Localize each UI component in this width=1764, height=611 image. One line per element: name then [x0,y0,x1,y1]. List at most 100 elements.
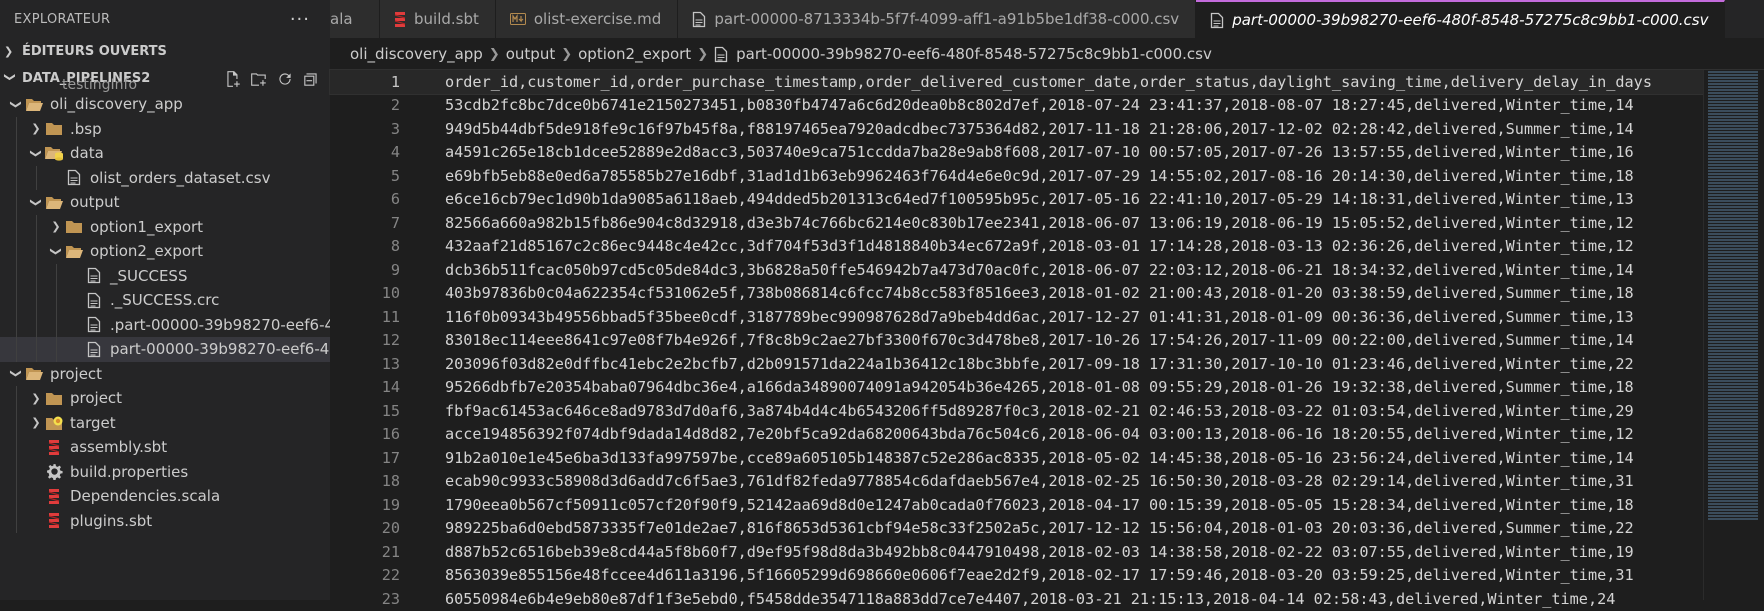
minimap-line [1708,122,1758,124]
folder-icon [64,218,84,236]
code-line[interactable]: 12 83018ec114eee8641c97e08f7b4e926f,7f8c8… [330,329,1764,353]
code-line[interactable]: 20 989225ba6d0ebd5873335f7e01de2ae7,816f8… [330,517,1764,541]
code-line[interactable]: 19 1790eea0b567cf50911c057cf20f90f9,52142… [330,493,1764,517]
minimap-line [1708,104,1758,106]
line-number: 1 [390,72,400,91]
indent-guide [36,288,37,313]
minimap-line [1708,179,1758,181]
indent-guide [16,190,17,215]
line-text: 989225ba6d0ebd5873335f7e01de2ae7,816f865… [445,519,1634,538]
tree-item[interactable]: ❯ output [0,190,330,215]
breadcrumb-item[interactable]: part-00000-39b98270-eef6-480f-8548-57275… [736,45,1212,63]
tree-item[interactable]: ._SUCCESS.crc [0,288,330,313]
breadcrumb-item[interactable]: option2_export [578,45,691,63]
minimap-line [1708,74,1758,76]
tree-row-partial[interactable]: testingInfo [0,78,330,92]
line-number: 16 [381,425,400,444]
minimap-line [1708,275,1758,277]
minimap-line [1708,425,1758,427]
code-line[interactable]: 9 dcb36b511fcac050b97cd5c05de84dc3,3b6828… [330,258,1764,282]
editor-tab[interactable]: part-00000-8713334b-5f7f-4099-aff1-a91b5… [678,0,1197,38]
code-line[interactable]: 7 82566a660a982b15fb86e904c8d32918,d3e3b7… [330,211,1764,235]
tree-item[interactable]: ❯ option2_export [0,239,330,264]
minimap-line [1708,314,1758,316]
breadcrumb-item[interactable]: output [506,45,555,63]
indent-guide [36,214,37,239]
tree-item[interactable]: olist_orders_dataset.csv [0,165,330,190]
line-number: 23 [381,589,400,608]
indent-guide [56,337,57,362]
code-line[interactable]: 13 203096f03d82e0dffbc41ebc2e2bcfb7,d2b09… [330,352,1764,376]
editor-tab[interactable]: build.sbt [380,0,496,38]
code-line[interactable]: 22 8563039e855156e48fccee4d611a3196,5f166… [330,564,1764,588]
tree-item[interactable]: ❯ .bsp [0,116,330,141]
tree-item[interactable]: .part-00000-39b98270-eef6-48... [0,312,330,337]
minimap-line [1708,323,1758,325]
explorer-header: EXPLORATEUR ··· [0,0,330,38]
editor-tab[interactable]: part-00000-39b98270-eef6-480f-8548-57275… [1196,0,1726,38]
tree-item[interactable]: _SUCCESS [0,263,330,288]
code-line[interactable]: 15 fbf9ac61453ac646ce8ad9783d7d0af6,3a874… [330,399,1764,423]
code-line[interactable]: 10 403b97836b0c04a622354cf531062e5f,738b0… [330,282,1764,306]
line-text: 1790eea0b567cf50911c057cf20f90f9,52142aa… [445,495,1634,514]
folder-target-icon [44,414,64,432]
code-line[interactable]: 4 a4591c265e18cb1dcee52889e2d8acc3,503740… [330,141,1764,165]
tree-item[interactable]: ❯ oli_discovery_app [0,92,330,117]
code-line[interactable]: 21 d887b52c6516beb39e8cd44a5f8b60f7,d9ef9… [330,540,1764,564]
tree-item[interactable]: ❯ data [0,141,330,166]
line-number: 21 [381,542,400,561]
tree-item[interactable]: plugins.sbt [0,508,330,533]
more-actions-icon[interactable]: ··· [290,9,310,30]
tree-item[interactable]: ❯ project [0,362,330,387]
file-icon [84,340,104,358]
minimap-line [1708,458,1758,460]
editor-tab[interactable]: olist-exercise.md [495,0,679,38]
minimap-line [1708,209,1758,211]
tree-item[interactable]: ❯ option1_export [0,214,330,239]
line-text: 8563039e855156e48fccee4d611a3196,5f16605… [445,566,1634,585]
tree-item[interactable]: ❯ project [0,386,330,411]
line-number: 12 [381,331,400,350]
code-line[interactable]: 18 ecab90c9933c58908d3d6add7c6f5ae3,761df… [330,470,1764,494]
minimap-line [1708,389,1758,391]
code-line[interactable]: 14 95266dbfb7e20354baba07964dbc36e4,a166d… [330,376,1764,400]
code-line[interactable]: 6 e6ce16cb79ec1d90b1da9085a6118aeb,494dde… [330,188,1764,212]
tree-item[interactable]: part-00000-39b98270-eef6-480... [0,337,330,362]
code-line[interactable]: 1 order_id,customer_id,order_purchase_tim… [329,69,1764,95]
indent-guide [16,435,17,460]
line-number: 19 [381,495,400,514]
indent-guide [36,263,37,288]
minimap-line [1708,233,1758,235]
minimap-line [1708,284,1758,286]
minimap-line [1708,494,1758,496]
minimap-line [1708,500,1758,502]
tree-item[interactable]: Dependencies.scala [0,484,330,509]
breadcrumb-item[interactable]: oli_discovery_app [350,45,483,63]
code-line[interactable]: 2 53cdb2fc8bc7dce0b6741e2150273451,b0830f… [330,94,1764,118]
code-line[interactable]: 17 91b2a010e1e45e6ba3d133fa997597be,cce89… [330,446,1764,470]
file-icon [84,267,104,285]
tree-item[interactable]: ❯ target [0,410,330,435]
code-line[interactable]: 5 e69bfb5eb88e0ed6a785585b27e16dbf,31ad1d… [330,164,1764,188]
tree-item[interactable]: build.properties [0,459,330,484]
code-line[interactable]: 3 949d5b44dbf5de918fe9c16f97b45f8a,f88197… [330,117,1764,141]
code-view[interactable]: 1 order_id,customer_id,order_purchase_tim… [329,69,1764,608]
tree-item[interactable]: assembly.sbt [0,435,330,460]
minimap-line [1708,338,1758,340]
minimap-line [1708,146,1758,148]
minimap-line [1708,401,1758,403]
open-editors-section[interactable]: ❯ ÉDITEURS OUVERTS [0,38,330,65]
code-line[interactable]: 23 60550984e6b4e9eb80e87df1f3e5ebd0,f5458… [330,587,1764,611]
editor-tab[interactable]: ala [330,0,380,38]
minimap-line [1708,263,1758,265]
chevron-right-icon: ❯ [31,416,41,430]
minimap-line [1708,509,1758,511]
code-line[interactable]: 11 116f0b09343b49556bbad5f35bee0cdf,31877… [330,305,1764,329]
code-line[interactable]: 8 432aaf21d85167c2c86ec9448c4e42cc,3df704… [330,235,1764,259]
minimap-line [1708,131,1758,133]
code-line[interactable]: 16 acce194856392f074dbf9dada14d8d82,7e20b… [330,423,1764,447]
chevron-right-icon: ❯ [31,122,41,136]
minimap[interactable] [1703,70,1764,600]
minimap-line [1708,287,1758,289]
minimap-line [1708,488,1758,490]
